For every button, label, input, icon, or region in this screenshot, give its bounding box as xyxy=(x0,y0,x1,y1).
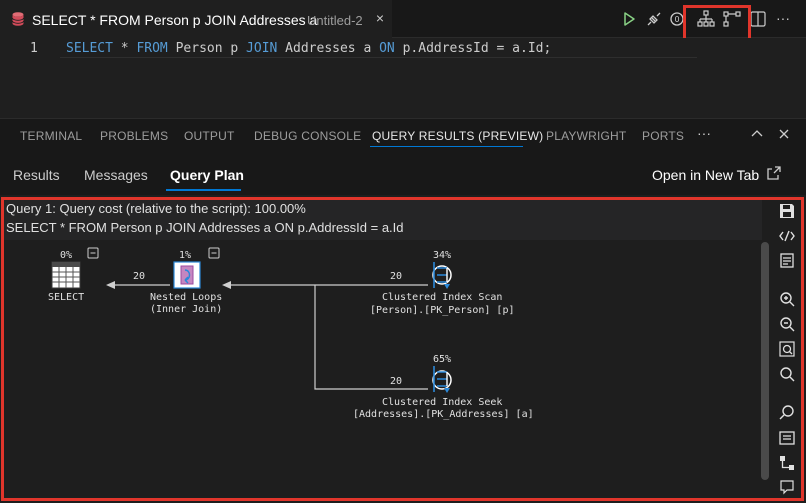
sql-text: * xyxy=(112,41,137,56)
query-text: SELECT * FROM Person p JOIN Addresses a … xyxy=(6,220,404,235)
split-editor-icon[interactable] xyxy=(749,10,767,28)
close-tab-icon[interactable]: × xyxy=(372,10,388,26)
maximize-panel-icon[interactable] xyxy=(750,127,764,141)
sql-keyword: SELECT xyxy=(66,41,113,56)
active-tab-indicator xyxy=(370,146,523,147)
compare-plan-icon[interactable] xyxy=(778,454,796,472)
active-subtab-indicator xyxy=(166,189,241,191)
run-icon[interactable] xyxy=(620,10,638,28)
tab-output[interactable]: OUTPUT xyxy=(184,129,235,143)
sql-keyword: ON xyxy=(379,41,395,56)
sql-text: Person p xyxy=(167,41,247,56)
line-number: 1 xyxy=(30,41,38,56)
subtab-messages[interactable]: Messages xyxy=(84,167,148,183)
svg-text:0: 0 xyxy=(675,15,680,24)
current-line-indicator xyxy=(60,57,697,58)
subtab-results[interactable]: Results xyxy=(13,167,60,183)
open-query-icon[interactable] xyxy=(778,251,796,269)
tab-ports[interactable]: PORTS xyxy=(642,129,684,143)
tab-title: SELECT * FROM Person p JOIN Addresses a xyxy=(32,12,318,28)
tab-playwright[interactable]: PLAYWRIGHT xyxy=(546,129,626,143)
zoom-out-icon[interactable] xyxy=(778,315,796,333)
tab-subtitle: Untitled-2 xyxy=(307,13,363,28)
subtab-query-plan[interactable]: Query Plan xyxy=(170,167,244,183)
more-actions-icon[interactable]: ··· xyxy=(776,10,790,26)
plan-scrollbar[interactable] xyxy=(761,242,769,480)
save-plan-icon[interactable] xyxy=(778,202,796,220)
custom-zoom-icon[interactable] xyxy=(778,365,796,383)
open-in-new-tab-button[interactable]: Open in New Tab xyxy=(652,167,759,183)
editor-tab[interactable]: SELECT * FROM Person p JOIN Addresses a … xyxy=(0,0,392,38)
query-cost-text: Query 1: Query cost (relative to the scr… xyxy=(6,201,306,216)
code-editor[interactable]: 1 SELECT * FROM Person p JOIN Addresses … xyxy=(0,38,806,118)
tab-debug-console[interactable]: DEBUG CONSOLE xyxy=(254,129,361,143)
toggle-tooltips-icon[interactable] xyxy=(778,478,796,496)
tab-problems[interactable]: PROBLEMS xyxy=(100,129,168,143)
zoom-in-icon[interactable] xyxy=(778,290,796,308)
sql-text: Addresses a xyxy=(277,41,380,56)
sql-keyword: JOIN xyxy=(246,41,278,56)
tab-terminal[interactable]: TERMINAL xyxy=(20,129,82,143)
query-plan-area xyxy=(0,195,806,503)
close-panel-icon[interactable] xyxy=(777,127,791,141)
more-panels-icon[interactable]: ··· xyxy=(697,125,711,141)
find-node-icon[interactable] xyxy=(778,404,796,422)
show-xml-icon[interactable] xyxy=(778,227,796,245)
tab-query-results[interactable]: QUERY RESULTS (PREVIEW) xyxy=(372,129,543,143)
external-link-icon[interactable] xyxy=(766,165,782,181)
properties-icon[interactable] xyxy=(778,429,796,447)
zoom-to-fit-icon[interactable] xyxy=(778,340,796,358)
sql-text: p.AddressId = a.Id; xyxy=(394,41,552,56)
sql-keyword: FROM xyxy=(136,41,168,56)
database-icon xyxy=(12,12,24,26)
code-line[interactable]: SELECT * FROM Person p JOIN Addresses a … xyxy=(66,41,551,56)
debug-plug-icon[interactable] xyxy=(645,10,663,28)
